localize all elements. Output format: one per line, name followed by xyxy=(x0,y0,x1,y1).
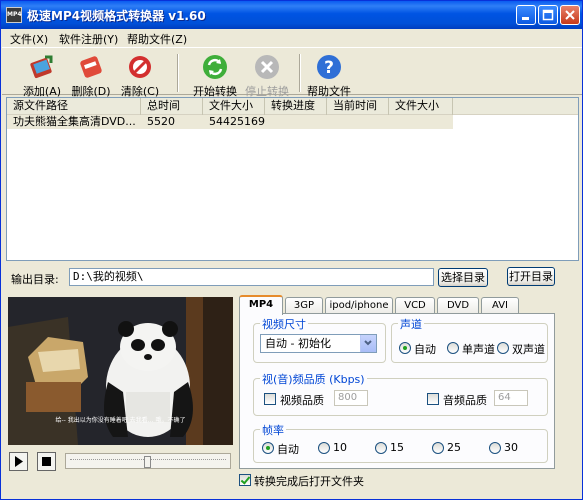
quality-group: 视(音)频品质 (Kbps) 视频品质 800 音频品质 64 xyxy=(253,371,548,416)
framerate-25-radio[interactable] xyxy=(432,442,444,454)
channel-stereo-label: 双声道 xyxy=(512,343,545,356)
framerate-auto-radio[interactable] xyxy=(262,442,274,454)
framerate-30-radio[interactable] xyxy=(489,442,501,454)
svg-text:?: ? xyxy=(324,58,334,78)
stop-icon xyxy=(255,55,279,79)
cell-progress xyxy=(265,115,327,129)
stop-convert-button[interactable]: 停止转换 xyxy=(242,52,292,98)
audio-quality-input[interactable]: 64 xyxy=(494,390,528,406)
channel-group: 声道 自动 单声道 双声道 xyxy=(391,316,548,363)
play-icon xyxy=(15,456,23,467)
framerate-15-radio[interactable] xyxy=(375,442,387,454)
video-quality-label: 视频品质 xyxy=(280,394,324,407)
audio-quality-checkbox[interactable] xyxy=(427,393,439,405)
add-file-icon xyxy=(30,55,53,79)
menu-bar: 文件(X) 软件注册(Y) 帮助文件(Z) xyxy=(2,29,582,47)
tab-3gp[interactable]: 3GP xyxy=(285,297,323,314)
framerate-10-label: 10 xyxy=(333,441,347,454)
cell-path: 功夫熊猫全集高清DVD... xyxy=(13,115,136,128)
file-list[interactable]: 源文件路径 总时间 文件大小 转换进度 当前时间 文件大小 功夫熊猫全集高清DV… xyxy=(6,97,579,261)
quality-title: 视(音)频品质 (Kbps) xyxy=(260,371,367,387)
framerate-auto-label: 自动 xyxy=(277,443,299,456)
minimize-icon xyxy=(522,17,529,20)
framerate-group: 帧率 自动 10 15 25 30 xyxy=(253,422,548,463)
video-size-group: 视频尺寸 自动 - 初始化 xyxy=(253,316,386,363)
help-icon: ? xyxy=(317,55,341,79)
choose-dir-button[interactable]: 选择目录 xyxy=(438,268,488,287)
help-button[interactable]: ? 帮助文件 xyxy=(304,52,354,98)
menu-file[interactable]: 文件(X) xyxy=(10,31,48,47)
seek-thumb[interactable] xyxy=(144,456,151,468)
channel-stereo-radio[interactable] xyxy=(497,342,509,354)
channel-mono-radio[interactable] xyxy=(447,342,459,354)
menu-register[interactable]: 软件注册(Y) xyxy=(59,31,118,47)
tab-mp4[interactable]: MP4 xyxy=(239,295,283,315)
tab-vcd[interactable]: VCD xyxy=(395,297,435,314)
output-dir-label: 输出目录: xyxy=(11,273,59,286)
stop-button[interactable] xyxy=(37,452,56,471)
col-source-path[interactable]: 源文件路径 xyxy=(7,98,141,115)
play-button[interactable] xyxy=(9,452,28,471)
video-subtitle: 给-- 我出以为你没有睡着吧 去我看… 哦，不确了 xyxy=(55,417,186,424)
col-total-time[interactable]: 总时间 xyxy=(141,98,203,115)
col-file-size[interactable]: 文件大小 xyxy=(203,98,265,115)
clear-icon xyxy=(129,56,151,78)
col-out-size[interactable]: 文件大小 xyxy=(389,98,453,115)
maximize-button[interactable] xyxy=(538,5,558,25)
tab-dvd[interactable]: DVD xyxy=(437,297,479,314)
col-current-time[interactable]: 当前时间 xyxy=(327,98,389,115)
video-preview: 给-- 我出以为你没有睡着吧 去我看… 哦，不确了 xyxy=(8,297,233,445)
delete-file-icon xyxy=(80,56,102,78)
video-size-value: 自动 - 初始化 xyxy=(265,337,331,350)
tab-ipod-iphone[interactable]: ipod/iphone xyxy=(325,297,393,314)
channel-title: 声道 xyxy=(398,316,424,332)
cell-out-size xyxy=(389,115,453,129)
cell-current-time xyxy=(327,115,389,129)
stop-square-icon xyxy=(42,457,51,466)
framerate-15-label: 15 xyxy=(390,441,404,454)
framerate-title: 帧率 xyxy=(260,422,286,438)
tab-avi[interactable]: AVI xyxy=(481,297,519,314)
video-size-title: 视频尺寸 xyxy=(260,316,308,332)
seek-slider[interactable] xyxy=(65,453,231,469)
open-folder-checkbox[interactable] xyxy=(239,474,251,486)
tab-panel-mp4: 视频尺寸 自动 - 初始化 声道 自动 单声道 双声道 视(音)频品质 (Kbp… xyxy=(239,313,555,469)
main-window: MP4 极速MP4视频格式转换器 v1.60 文件(X) 软件注册(Y) 帮助文… xyxy=(0,0,583,500)
table-row[interactable]: 功夫熊猫全集高清DVD... 5520 544251699 xyxy=(7,115,453,129)
toolbar: 添加(A) 删除(D) 清除(C) 开始转换 停止转换 ? 帮助文件 xyxy=(2,47,582,98)
cell-total-time: 5520 xyxy=(147,115,175,128)
app-icon: MP4 xyxy=(6,7,22,23)
convert-icon xyxy=(203,55,227,79)
maximize-icon xyxy=(542,9,554,21)
close-button[interactable] xyxy=(560,5,580,25)
list-header: 源文件路径 总时间 文件大小 转换进度 当前时间 文件大小 xyxy=(7,98,578,115)
dropdown-arrow[interactable] xyxy=(360,335,376,352)
title-bar[interactable]: MP4 极速MP4视频格式转换器 v1.60 xyxy=(1,1,582,29)
window-title: 极速MP4视频格式转换器 v1.60 xyxy=(27,9,206,23)
close-icon xyxy=(565,10,575,20)
toolbar-separator xyxy=(177,54,179,92)
open-folder-label: 转换完成后打开文件夹 xyxy=(254,475,364,488)
framerate-10-radio[interactable] xyxy=(318,442,330,454)
video-quality-input[interactable]: 800 xyxy=(334,390,368,406)
cell-size: 544251699 xyxy=(209,115,265,128)
framerate-25-label: 25 xyxy=(447,441,461,454)
output-dir-field[interactable]: D:\我的视频\ xyxy=(69,268,434,286)
video-quality-checkbox[interactable] xyxy=(264,393,276,405)
minimize-button[interactable] xyxy=(516,5,536,25)
channel-auto-radio[interactable] xyxy=(399,342,411,354)
video-size-select[interactable]: 自动 - 初始化 xyxy=(260,334,377,353)
framerate-30-label: 30 xyxy=(504,441,518,454)
chevron-down-icon xyxy=(364,340,372,346)
channel-auto-label: 自动 xyxy=(414,343,436,356)
audio-quality-label: 音频品质 xyxy=(443,394,487,407)
menu-help[interactable]: 帮助文件(Z) xyxy=(127,31,187,47)
channel-mono-label: 单声道 xyxy=(462,343,495,356)
clear-button[interactable]: 清除(C) xyxy=(115,52,165,98)
open-dir-button[interactable]: 打开目录 xyxy=(507,267,555,286)
col-progress[interactable]: 转换进度 xyxy=(265,98,327,115)
